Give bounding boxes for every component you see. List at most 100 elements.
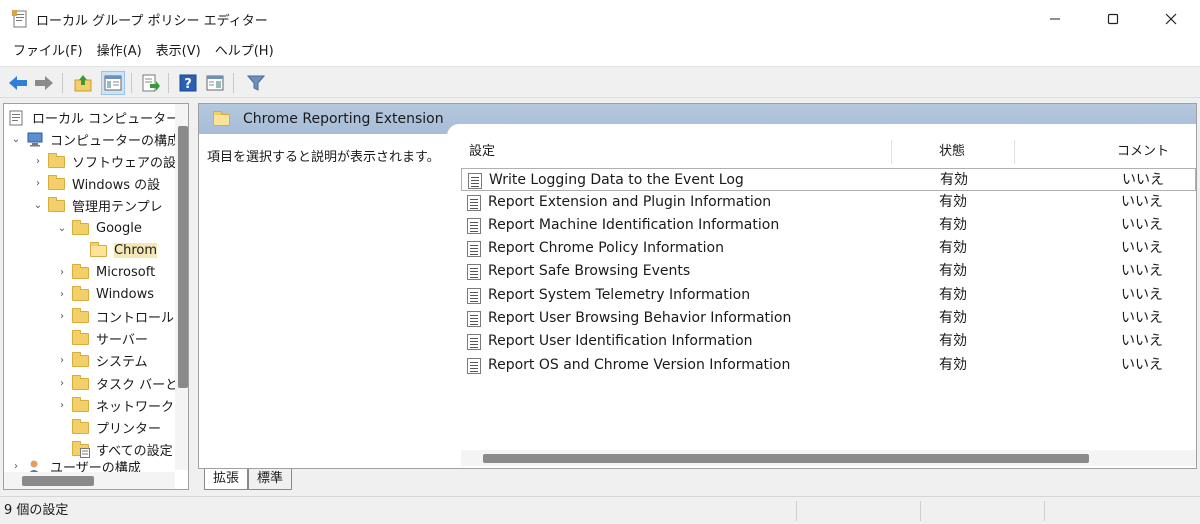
column-header-setting[interactable]: 設定 — [469, 138, 495, 166]
setting-row[interactable]: Report Safe Browsing Events 有効 いいえ — [461, 260, 1196, 283]
tree-horizontal-scroll-thumb[interactable] — [22, 476, 94, 486]
tree-item-user-configuration[interactable]: › ユーザーの構成 — [4, 460, 176, 472]
tree-item-local-computer-policy[interactable]: ローカル コンピューター ポリ — [4, 106, 176, 128]
chevron-right-icon[interactable]: › — [56, 289, 68, 300]
back-button[interactable] — [6, 71, 30, 95]
setting-row[interactable]: Write Logging Data to the Event Log 有効 い… — [461, 168, 1196, 191]
tree-item-windows-components[interactable]: › Windows — [4, 283, 176, 305]
policy-setting-icon — [467, 264, 481, 280]
chevron-down-icon[interactable]: ⌄ — [10, 134, 22, 145]
status-divider — [796, 501, 797, 521]
tree-item-software-settings[interactable]: › ソフトウェアの設 — [4, 150, 176, 172]
menu-view[interactable]: 表示(V) — [149, 40, 208, 64]
setting-comment: いいえ — [1121, 310, 1163, 326]
setting-comment: いいえ — [1122, 172, 1164, 188]
menu-help[interactable]: ヘルプ(H) — [208, 40, 281, 64]
column-divider[interactable] — [891, 140, 892, 164]
setting-row[interactable]: Report Chrome Policy Information 有効 いいえ — [461, 237, 1196, 260]
tree-item-control-panel[interactable]: › コントロール — [4, 305, 176, 327]
toolbar-separator — [168, 73, 169, 93]
setting-comment: いいえ — [1121, 240, 1163, 256]
tab-standard[interactable]: 標準 — [248, 469, 293, 490]
tree-item-microsoft[interactable]: › Microsoft — [4, 261, 176, 283]
filter-icon — [247, 75, 265, 91]
tree-vertical-scroll-thumb[interactable] — [178, 126, 188, 388]
chevron-down-icon[interactable]: ⌄ — [56, 223, 68, 234]
chevron-right-icon[interactable]: › — [56, 267, 68, 278]
tree-item-label: タスク バーと — [96, 377, 176, 393]
chevron-right-icon[interactable]: › — [56, 311, 68, 322]
chevron-right-icon[interactable]: › — [32, 156, 44, 167]
setting-row[interactable]: Report User Browsing Behavior Informatio… — [461, 307, 1196, 330]
chevron-right-icon[interactable]: › — [56, 355, 68, 366]
setting-row[interactable]: Report Machine Identification Informatio… — [461, 214, 1196, 237]
status-text: 9 個の設定 — [4, 503, 69, 518]
details-header-title: Chrome Reporting Extension — [243, 111, 444, 127]
policy-setting-icon — [467, 218, 481, 234]
setting-row[interactable]: Report OS and Chrome Version Information… — [461, 354, 1196, 377]
tree-item-computer-configuration[interactable]: ⌄ コンピューターの構成 — [4, 128, 176, 150]
status-divider — [1044, 501, 1045, 521]
up-one-level-button[interactable] — [71, 71, 95, 95]
column-divider[interactable] — [1014, 140, 1015, 164]
folder-open-icon — [213, 110, 231, 127]
policy-setting-icon — [467, 241, 481, 257]
tree-item-all-settings[interactable]: すべての設定 — [4, 438, 176, 460]
setting-row[interactable]: Report Extension and Plugin Information … — [461, 191, 1196, 214]
details-pane: Chrome Reporting Extension 項目を選択すると説明が表示… — [198, 103, 1197, 469]
close-button[interactable] — [1142, 0, 1200, 38]
chevron-right-icon[interactable]: › — [56, 400, 68, 411]
setting-row[interactable]: Report System Telemetry Information 有効 い… — [461, 284, 1196, 307]
maximize-button[interactable] — [1084, 0, 1142, 38]
help-icon: ? — [179, 74, 197, 92]
tree-item-label: システム — [96, 354, 148, 370]
minimize-button[interactable] — [1026, 0, 1084, 38]
setting-state: 有効 — [939, 194, 967, 210]
toolbar-separator — [62, 73, 63, 93]
setting-state: 有効 — [939, 287, 967, 303]
tree-item-label: すべての設定 — [96, 443, 173, 459]
help-button[interactable]: ? — [176, 71, 200, 95]
settings-list[interactable]: 設定 状態 コメント Write Logging Data to the Eve… — [461, 138, 1196, 468]
menu-bar: ファイル(F) 操作(A) 表示(V) ヘルプ(H) — [0, 38, 1200, 66]
column-header-state[interactable]: 状態 — [939, 138, 965, 166]
tree-item-server[interactable]: サーバー — [4, 327, 176, 349]
tree-item-windows-settings[interactable]: › Windows の設 — [4, 172, 176, 194]
folder-icon — [48, 174, 66, 191]
chevron-down-icon[interactable]: ⌄ — [32, 200, 44, 211]
menu-action[interactable]: 操作(A) — [90, 40, 149, 64]
chevron-right-icon[interactable]: › — [10, 461, 22, 472]
tree-item-google[interactable]: ⌄ Google — [4, 217, 176, 239]
filter-button[interactable] — [244, 71, 268, 95]
export-list-icon — [142, 74, 160, 92]
chevron-right-icon[interactable]: › — [32, 178, 44, 189]
setting-name: Report User Identification Information — [488, 333, 753, 349]
column-header-comment[interactable]: コメント — [1117, 138, 1169, 166]
view-tabs: 拡張 標準 — [198, 469, 1197, 491]
tree-item-chrome-reporting-extension[interactable]: Chrom — [4, 239, 176, 261]
tree-item-label: ローカル コンピューター ポリ — [32, 111, 176, 127]
tab-extended[interactable]: 拡張 — [204, 469, 249, 490]
tree-item-administrative-templates[interactable]: ⌄ 管理用テンプレ — [4, 194, 176, 216]
tree-item-network[interactable]: › ネットワーク — [4, 394, 176, 416]
forward-button[interactable] — [32, 71, 56, 95]
back-arrow-icon — [9, 76, 27, 90]
show-hide-tree-icon — [104, 75, 122, 91]
extended-view-button[interactable] — [203, 71, 227, 95]
folder-icon — [48, 152, 66, 169]
tree-item-printers[interactable]: プリンター — [4, 416, 176, 438]
show-hide-tree-button[interactable] — [101, 71, 125, 95]
extended-view-icon — [206, 75, 224, 91]
tree-item-system[interactable]: › システム — [4, 349, 176, 371]
computer-icon — [26, 132, 44, 147]
setting-comment: いいえ — [1121, 287, 1163, 303]
export-list-button[interactable] — [139, 71, 163, 95]
chevron-right-icon[interactable]: › — [56, 378, 68, 389]
list-horizontal-scroll-thumb[interactable] — [483, 454, 1089, 463]
menu-file[interactable]: ファイル(F) — [6, 40, 90, 64]
setting-comment: いいえ — [1121, 263, 1163, 279]
setting-row[interactable]: Report User Identification Information 有… — [461, 330, 1196, 353]
setting-comment: いいえ — [1121, 357, 1163, 373]
console-tree[interactable]: ローカル コンピューター ポリ ⌄ コンピューターの構成 › ソフトウェアの設 … — [3, 103, 189, 490]
tree-item-taskbar[interactable]: › タスク バーと — [4, 372, 176, 394]
